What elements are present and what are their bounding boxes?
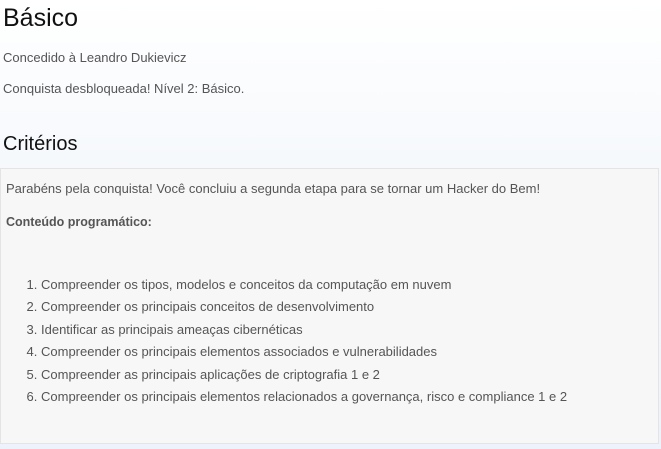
criteria-intro: Parabéns pela conquista! Você concluiu a… <box>6 181 541 196</box>
syllabus-label: Conteúdo programático: <box>6 215 152 229</box>
list-item: Compreender as principais aplicações de … <box>41 364 567 386</box>
list-item: Identificar as principais ameaças cibern… <box>41 319 567 341</box>
badge-page: Básico Concedido à Leandro Dukievicz Con… <box>0 0 661 449</box>
criteria-list: Compreender os tipos, modelos e conceito… <box>41 274 567 408</box>
list-item: Compreender os principais elementos rela… <box>41 386 567 408</box>
list-item: Compreender os principais elementos asso… <box>41 341 567 363</box>
badge-title: Básico <box>3 4 79 32</box>
list-item: Compreender os principais conceitos de d… <box>41 296 567 318</box>
list-item: Compreender os tipos, modelos e conceito… <box>41 274 567 296</box>
achievement-unlocked-text: Conquista desbloqueada! Nível 2: Básico. <box>3 81 245 96</box>
criteria-panel: Parabéns pela conquista! Você concluiu a… <box>0 168 659 444</box>
awarded-to-text: Concedido à Leandro Dukievicz <box>3 50 187 65</box>
criteria-heading: Critérios <box>3 133 78 155</box>
